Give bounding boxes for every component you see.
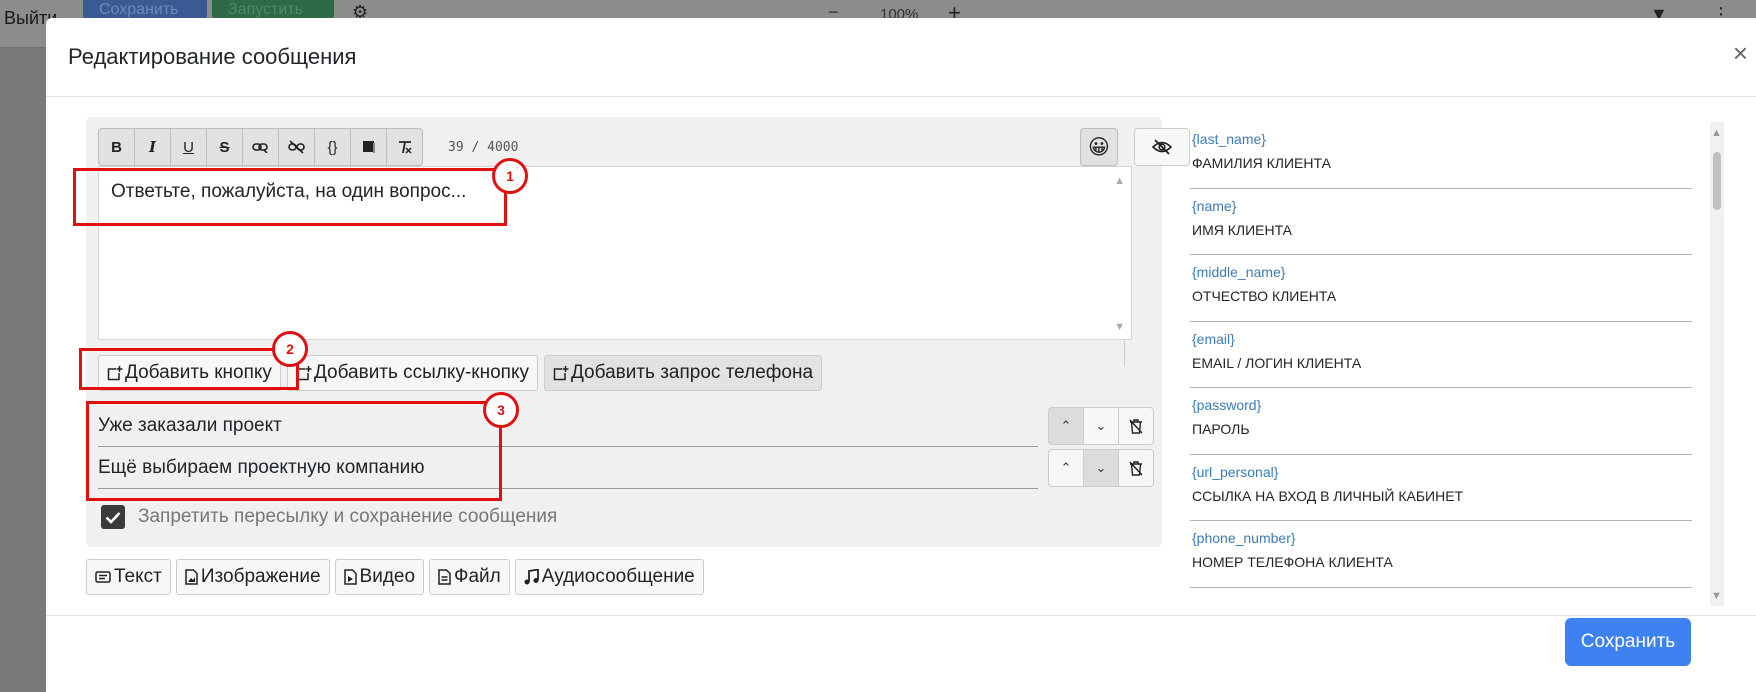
list-item[interactable]: {middle_name} ОТЧЕСТВО КЛИЕНТА [1190, 255, 1692, 322]
bold-button[interactable]: B [98, 128, 135, 166]
move-down-button[interactable]: ⌄ [1083, 449, 1119, 487]
type-audio-label: Аудиосообщение [541, 566, 695, 587]
variable-description: ССЫЛКА НА ВХОД В ЛИЧНЫЙ КАБИНЕТ [1192, 487, 1464, 504]
variable-description: ОТЧЕСТВО КЛИЕНТА [1192, 288, 1337, 304]
list-item[interactable]: {url_personal} ССЫЛКА НА ВХОД В ЛИЧНЫЙ К… [1190, 455, 1692, 521]
add-phone-request-button[interactable]: Добавить запрос телефона [543, 355, 823, 391]
annotation-badge-1: 1 [492, 158, 528, 194]
variable-description: НОМЕР ТЕЛЕФОНА КЛИЕНТА [1192, 554, 1393, 570]
variable-code[interactable]: {phone_number} [1192, 530, 1692, 546]
add-phone-request-label: Добавить запрос телефона [570, 362, 814, 383]
chevron-up-icon: ⌃ [1060, 460, 1072, 475]
strikethrough-button[interactable]: S [206, 128, 243, 166]
type-file-button[interactable]: Файл [429, 559, 510, 595]
music-note-icon [524, 569, 539, 585]
italic-button[interactable]: I [134, 128, 171, 166]
variable-description: ПАРОЛЬ [1192, 421, 1250, 437]
char-counter: 39 / 4000 [448, 140, 519, 155]
forward-lock-row: Запретить пересылку и сохранение сообщен… [101, 505, 557, 529]
unlink-button[interactable] [278, 128, 315, 166]
close-icon[interactable]: × [1733, 38, 1748, 69]
variables-scrollbar[interactable]: ▲ ▼ [1710, 122, 1724, 606]
list-item[interactable]: {password} ПАРОЛЬ [1190, 388, 1692, 455]
background-save-button[interactable]: Сохранить [83, 0, 207, 20]
add-square-icon [553, 365, 569, 380]
annotation-box-3 [86, 401, 502, 501]
variable-code[interactable]: {password} [1192, 397, 1692, 413]
variable-description: ФАМИЛИЯ КЛИЕНТА [1192, 155, 1331, 171]
image-file-icon [185, 569, 198, 585]
type-video-label: Видео [359, 566, 416, 587]
variable-code[interactable]: {last_name} [1192, 131, 1692, 147]
type-video-button[interactable]: Видео [334, 559, 425, 595]
link-button[interactable] [242, 128, 279, 166]
chevron-down-icon: ⌄ [1095, 418, 1107, 433]
type-text-button[interactable]: Текст [86, 559, 171, 595]
text-message-icon [95, 570, 111, 583]
variable-code[interactable]: {url_personal} [1192, 464, 1692, 480]
trash-icon [1129, 418, 1143, 434]
underline-button[interactable]: U [170, 128, 207, 166]
annotation-badge-3: 3 [483, 392, 519, 428]
file-icon [438, 569, 451, 585]
move-down-button[interactable]: ⌄ [1083, 407, 1119, 445]
modal-footer-divider [46, 615, 1756, 616]
variable-code[interactable]: {email} [1192, 331, 1692, 347]
move-up-button[interactable]: ⌃ [1048, 407, 1084, 445]
trash-icon [1129, 460, 1143, 476]
chevron-up-icon: ⌃ [1060, 418, 1072, 433]
spoiler-icon [362, 141, 375, 153]
scroll-up-arrow-icon[interactable]: ▲ [1711, 127, 1722, 139]
delete-button[interactable] [1118, 407, 1154, 445]
clear-format-button[interactable] [386, 128, 423, 166]
variable-description: ИМЯ КЛИЕНТА [1192, 221, 1293, 238]
add-link-button-label: Добавить ссылку-кнопку [313, 362, 529, 383]
variables-list: {last_name} ФАМИЛИЯ КЛИЕНТА {name} ИМЯ К… [1190, 122, 1730, 606]
message-type-row: Текст Изображение Видео Файл Аудиосообще… [86, 559, 709, 595]
variable-code[interactable]: {name} [1192, 198, 1692, 214]
type-file-label: Файл [454, 566, 501, 587]
spoiler-button[interactable] [350, 128, 387, 166]
annotation-box-1 [73, 168, 507, 226]
link-icon [252, 143, 268, 153]
variable-description: EMAIL / ЛОГИН КЛИЕНТА [1192, 354, 1362, 371]
move-up-button[interactable]: ⌃ [1048, 449, 1084, 487]
annotation-box-2 [79, 348, 299, 390]
modal-header: Редактирование сообщения × [46, 18, 1756, 97]
forward-lock-checkbox[interactable] [101, 505, 125, 529]
annotation-badge-2: 2 [272, 331, 308, 367]
modal-title: Редактирование сообщения [68, 44, 357, 69]
emoji-icon: 😀 [1088, 135, 1110, 159]
eye-slash-icon [1152, 139, 1172, 155]
emoji-button[interactable]: 😀 [1080, 128, 1118, 166]
format-toolbar: B I U S {} [98, 128, 423, 166]
background-run-button[interactable]: Запустить [212, 0, 334, 20]
scrollbar-thumb[interactable] [1713, 152, 1721, 210]
chevron-down-icon: ⌄ [1095, 460, 1107, 475]
list-item[interactable]: {phone_number} НОМЕР ТЕЛЕФОНА КЛИЕНТА [1190, 521, 1692, 588]
forward-lock-label[interactable]: Запретить пересылку и сохранение сообщен… [138, 506, 557, 528]
scroll-down-arrow-icon[interactable]: ▼ [1711, 590, 1722, 602]
type-image-label: Изображение [200, 566, 321, 587]
add-link-button-button[interactable]: Добавить ссылку-кнопку [286, 355, 538, 391]
variable-code[interactable]: {middle_name} [1192, 264, 1692, 280]
type-image-button[interactable]: Изображение [175, 559, 330, 595]
scroll-down-arrow-icon[interactable]: ▼ [1114, 321, 1125, 333]
code-button[interactable]: {} [314, 128, 351, 166]
scroll-up-arrow-icon[interactable]: ▲ [1114, 175, 1125, 187]
save-button[interactable]: Сохранить [1565, 618, 1691, 666]
list-item[interactable]: {last_name} ФАМИЛИЯ КЛИЕНТА [1190, 122, 1692, 189]
video-file-icon [343, 569, 357, 585]
list-item[interactable]: {email} EMAIL / ЛОГИН КЛИЕНТА [1190, 322, 1692, 388]
unlink-icon [288, 140, 305, 154]
type-text-label: Текст [114, 566, 162, 587]
preview-toggle-button[interactable] [1134, 128, 1190, 166]
clear-format-icon [398, 141, 412, 154]
list-item[interactable]: {name} ИМЯ КЛИЕНТА [1190, 189, 1692, 255]
delete-button[interactable] [1118, 449, 1154, 487]
type-audio-button[interactable]: Аудиосообщение [514, 559, 704, 595]
checkmark-icon [105, 511, 121, 524]
